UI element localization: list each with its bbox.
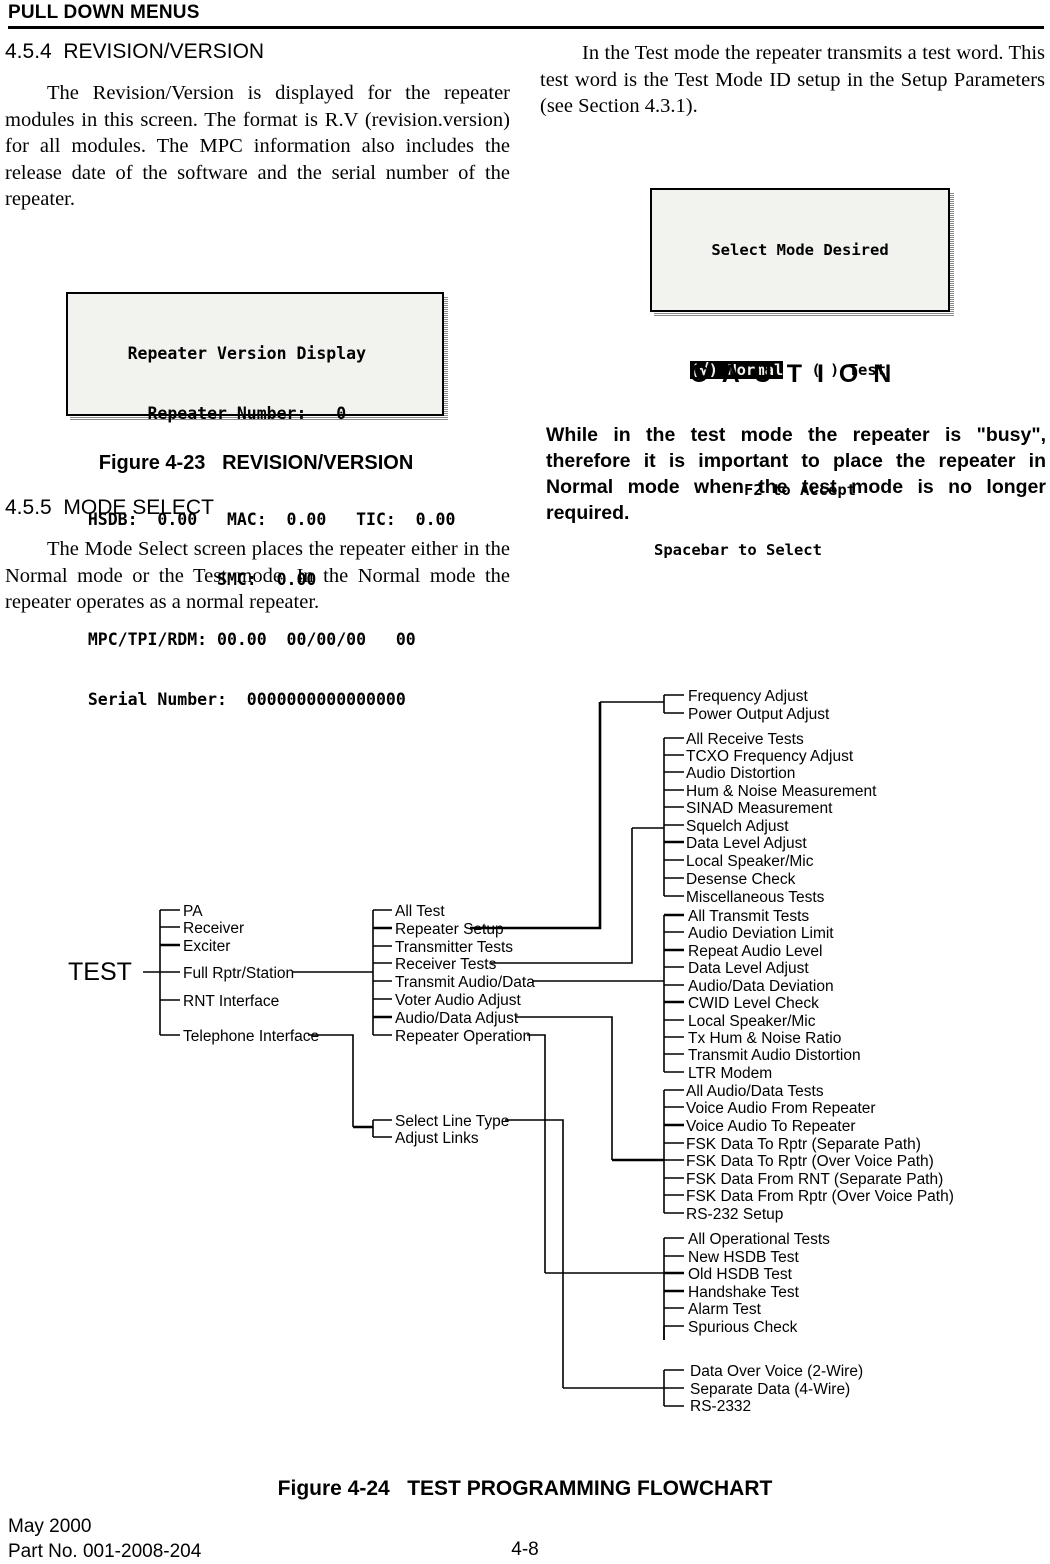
flowchart-group-transmitter-setup: Frequency Adjust Power Output Adjust	[688, 688, 830, 723]
flowchart-item-rs-232-setup: RS-232 Setup	[686, 1206, 783, 1223]
flowchart-item-pa: PA	[183, 903, 203, 920]
flowchart-item-voter-audio-adjust: Voter Audio Adjust	[395, 992, 522, 1009]
flowchart-level1-group: PA Receiver Exciter Full Rptr/Station RN…	[183, 903, 319, 1045]
flowchart-item-audio-data-adjust: Audio/Data Adjust	[395, 1010, 519, 1027]
lcd-panel: Repeater Version Display Repeater Number…	[66, 292, 455, 709]
flowchart-item-old-hsdb-test: Old HSDB Test	[688, 1266, 793, 1283]
flowchart-item-fsk-data-from-rnt-separate: FSK Data From RNT (Separate Path)	[686, 1171, 943, 1188]
flowchart-item-audio-data-deviation: Audio/Data Deviation	[688, 978, 834, 995]
lcd-title-line: Repeater Version Display	[68, 344, 367, 363]
flowchart-item-voice-audio-from-repeater: Voice Audio From Repeater	[686, 1100, 876, 1117]
flowchart-group-receiver-tests: All Receive Tests TCXO Frequency Adjust …	[686, 731, 877, 906]
flowchart-item-all-transmit-tests: All Transmit Tests	[688, 908, 809, 925]
lcd-repeater-number-line: Repeater Number: 0	[68, 404, 347, 423]
flowchart-item-fsk-data-from-rptr-over-voice: FSK Data From Rptr (Over Voice Path)	[686, 1188, 954, 1205]
flowchart-item-full-rptr-station: Full Rptr/Station	[183, 965, 294, 982]
flowchart-item-cwid-level-check: CWID Level Check	[688, 995, 819, 1012]
section-4-5-4-heading: 4.5.4 REVISION/VERSION	[5, 40, 265, 63]
lcd-mode-title: Select Mode Desired	[711, 241, 889, 259]
flowchart-item-receiver: Receiver	[183, 920, 244, 937]
flowchart-item-all-test: All Test	[395, 903, 445, 920]
caution-body: While in the test mode the repeater is "…	[546, 424, 1046, 524]
flowchart-item-sinad-measurement: SINAD Measurement	[686, 800, 833, 817]
flowchart-item-handshake-test: Handshake Test	[688, 1284, 800, 1301]
flowchart-item-new-hsdb-test: New HSDB Test	[688, 1249, 800, 1266]
flowchart-item-hum-noise-measurement: Hum & Noise Measurement	[686, 783, 877, 800]
flowchart-item-data-over-voice: Data Over Voice (2-Wire)	[690, 1363, 863, 1380]
flowchart-item-fsk-data-to-rptr-over-voice: FSK Data To Rptr (Over Voice Path)	[686, 1153, 934, 1170]
flowchart-item-separate-data: Separate Data (4-Wire)	[690, 1381, 850, 1398]
flowchart-item-tcxo-frequency-adjust: TCXO Frequency Adjust	[686, 748, 854, 765]
flowchart-item-transmit-audio-distortion: Transmit Audio Distortion	[688, 1047, 861, 1064]
flowchart-item-rs-2332: RS-2332	[690, 1398, 751, 1415]
lcd-select-hint: Spacebar to Select	[654, 541, 822, 559]
flowchart-item-local-speaker-mic-tx: Local Speaker/Mic	[688, 1013, 816, 1030]
section-4-5-5-body: The Mode Select screen places the repeat…	[5, 538, 510, 613]
flowchart-item-fsk-data-to-rptr-separate: FSK Data To Rptr (Separate Path)	[686, 1136, 921, 1153]
flowchart-item-adjust-links: Adjust Links	[395, 1130, 479, 1147]
flowchart-group-transmit-tests: All Transmit Tests Audio Deviation Limit…	[688, 908, 861, 1082]
flowchart-item-data-level-adjust-tx: Data Level Adjust	[688, 960, 809, 977]
flowchart-item-receiver-tests: Receiver Tests	[395, 956, 497, 973]
flowchart-item-ltr-modem: LTR Modem	[688, 1065, 772, 1082]
flowchart-item-tx-hum-noise-ratio: Tx Hum & Noise Ratio	[688, 1030, 841, 1047]
header-rule	[8, 26, 1044, 29]
flowchart-item-squelch-adjust: Squelch Adjust	[686, 818, 789, 835]
flowchart-item-all-receive-tests: All Receive Tests	[686, 731, 804, 748]
test-mode-intro-body: In the Test mode the repeater transmits …	[540, 42, 1045, 117]
flowchart-item-exciter: Exciter	[183, 938, 230, 955]
flowchart-svg: TEST PA Receiver Exciter Full Rptr/Stati…	[68, 688, 954, 1415]
flowchart-item-frequency-adjust: Frequency Adjust	[688, 688, 808, 705]
flowchart-item-rnt-interface: RNT Interface	[183, 993, 279, 1010]
flowchart-connectors	[143, 694, 684, 1407]
right-text-column: In the Test mode the repeater transmits …	[540, 40, 1045, 120]
figure-4-23-caption: Figure 4-23 REVISION/VERSION	[98, 452, 414, 474]
flowchart-group-operational: All Operational Tests New HSDB Test Old …	[688, 1231, 830, 1336]
flowchart-item-transmitter-tests: Transmitter Tests	[395, 939, 513, 956]
section-4-5-5-block: 4.5.5 MODE SELECT The Mode Select screen…	[5, 496, 510, 616]
figure-4-24-caption: Figure 4-24 TEST PROGRAMMING FLOWCHART	[277, 1477, 773, 1500]
flowchart-group-audio-data: All Audio/Data Tests Voice Audio From Re…	[686, 1083, 954, 1223]
flowchart-root-label: TEST	[68, 958, 132, 986]
lcd-panel: Select Mode Desired (√) Normal ( ) Test …	[650, 188, 950, 559]
flowchart-item-local-speaker-mic-rx: Local Speaker/Mic	[686, 853, 814, 870]
flowchart-item-all-operational-tests: All Operational Tests	[688, 1231, 830, 1248]
mode-select-screen: Select Mode Desired (√) Normal ( ) Test …	[650, 188, 954, 559]
flowchart-item-power-output-adjust: Power Output Adjust	[688, 706, 830, 723]
flowchart-item-spurious-check: Spurious Check	[688, 1319, 798, 1336]
flowchart-item-audio-distortion: Audio Distortion	[686, 765, 795, 782]
flowchart-item-repeater-operation: Repeater Operation	[395, 1028, 531, 1045]
flowchart-item-voice-audio-to-repeater: Voice Audio To Repeater	[686, 1118, 855, 1135]
flowchart-level2-phone-group: Select Line Type Adjust Links	[395, 1113, 509, 1147]
left-text-column: 4.5.4 REVISION/VERSION The Revision/Vers…	[5, 40, 510, 213]
flowchart-item-desense-check: Desense Check	[686, 871, 796, 888]
lcd-mpc-tpi-rdm-line: MPC/TPI/RDM: 00.00 00/00/00 00	[68, 630, 416, 649]
flowchart-item-data-level-adjust-rx: Data Level Adjust	[686, 835, 807, 852]
caution-title: C A U T I O N	[689, 360, 896, 388]
section-4-5-4-body: The Revision/Version is displayed for th…	[5, 82, 510, 210]
flowchart-item-all-audio-data-tests: All Audio/Data Tests	[686, 1083, 824, 1100]
section-4-5-5-heading: 4.5.5 MODE SELECT	[5, 496, 214, 519]
test-programming-flowchart: TEST PA Receiver Exciter Full Rptr/Stati…	[0, 660, 1050, 1450]
footer-date: May 2000	[8, 1516, 92, 1537]
footer-page-number: 4-8	[511, 1539, 539, 1560]
flowchart-item-transmit-audio-data: Transmit Audio/Data	[395, 974, 535, 991]
running-head: PULL DOWN MENUS	[8, 2, 200, 23]
flowchart-item-alarm-test: Alarm Test	[688, 1301, 762, 1318]
flowchart-level2-main-group: All Test Repeater Setup Transmitter Test…	[395, 903, 535, 1045]
flowchart-item-select-line-type: Select Line Type	[395, 1113, 509, 1130]
flowchart-item-audio-deviation-limit: Audio Deviation Limit	[688, 925, 834, 942]
revision-version-screen: Repeater Version Display Repeater Number…	[66, 292, 455, 709]
flowchart-item-repeat-audio-level: Repeat Audio Level	[688, 943, 822, 960]
flowchart-item-miscellaneous-tests: Miscellaneous Tests	[686, 889, 825, 906]
flowchart-item-telephone-interface: Telephone Interface	[183, 1028, 319, 1045]
flowchart-group-line-type: Data Over Voice (2-Wire) Separate Data (…	[690, 1363, 863, 1415]
flowchart-item-repeater-setup: Repeater Setup	[395, 921, 504, 938]
